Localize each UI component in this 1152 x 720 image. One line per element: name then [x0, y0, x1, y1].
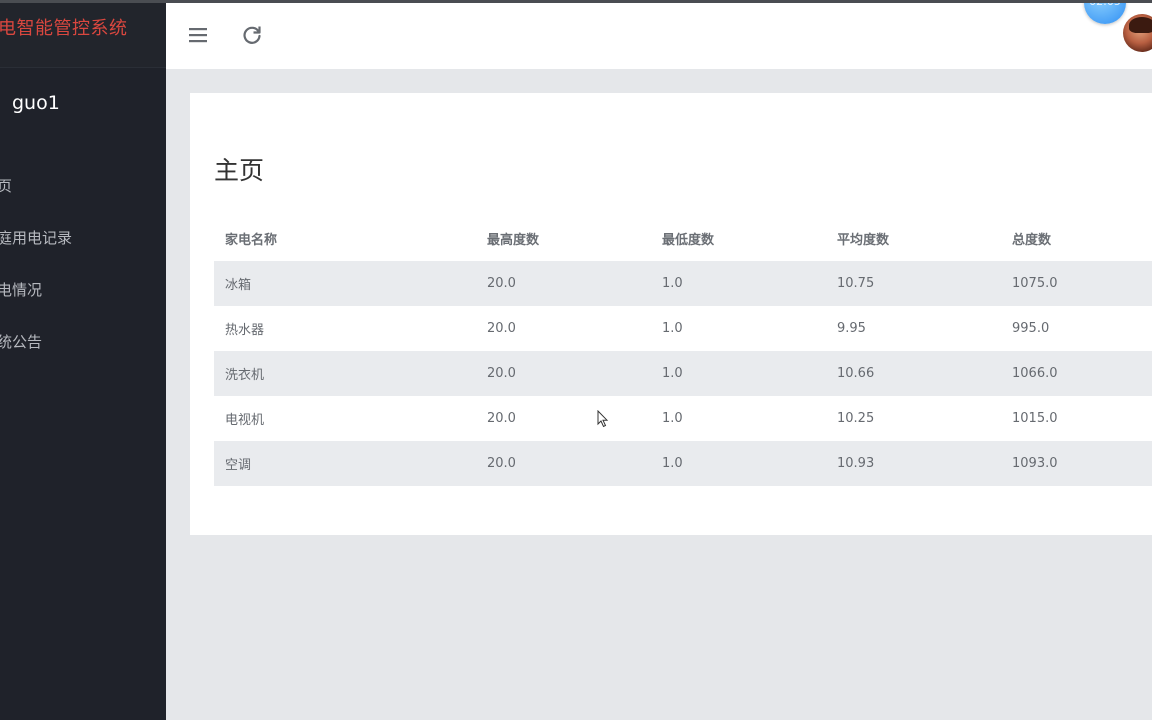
- table-header-row: 家电名称 最高度数 最低度数 平均度数 总度数: [214, 215, 1152, 261]
- table-cell: 20.0: [476, 351, 651, 396]
- sidebar-item-label: 电情况: [0, 281, 43, 299]
- refresh-icon[interactable]: [239, 22, 265, 48]
- column-header-average[interactable]: 平均度数: [826, 215, 1001, 261]
- app-title: 电智能管控系统: [0, 18, 128, 39]
- table-cell: 1.0: [651, 261, 826, 306]
- avatar[interactable]: [1123, 14, 1152, 52]
- sidebar-item-label: 庭用电记录: [0, 229, 73, 247]
- sidebar-nav: 页 庭用电记录 电情况 统公告: [0, 170, 166, 378]
- sidebar-item-label: 页: [0, 177, 13, 195]
- sidebar-item-usage-status[interactable]: 电情况: [0, 274, 166, 326]
- column-header-max[interactable]: 最高度数: [476, 215, 651, 261]
- column-header-min[interactable]: 最低度数: [651, 215, 826, 261]
- table-row[interactable]: 洗衣机 20.0 1.0 10.66 1066.0: [214, 351, 1152, 396]
- sidebar-item-label: 统公告: [0, 333, 43, 351]
- window-top-border: [0, 0, 1152, 3]
- brand-area: 电智能管控系统: [0, 0, 166, 68]
- table-cell: 10.25: [837, 411, 875, 426]
- table-cell: 1075.0: [1001, 261, 1152, 306]
- table-cell: 洗衣机: [214, 351, 476, 396]
- top-bar: 02:05: [166, 0, 1152, 69]
- table-cell: 10.75: [826, 261, 1001, 306]
- table-cell: 1.0: [662, 411, 683, 426]
- table-cell: 1.0: [651, 441, 826, 486]
- column-header-appliance[interactable]: 家电名称: [214, 215, 476, 261]
- table-cell: 1.0: [651, 351, 826, 396]
- table-cell: 9.95: [837, 321, 866, 336]
- sidebar: 电智能管控系统 guo1 页 庭用电记录 电情况 统公告: [0, 0, 166, 720]
- table-cell: 1093.0: [1001, 441, 1152, 486]
- table-row[interactable]: 冰箱 20.0 1.0 10.75 1075.0: [214, 261, 1152, 306]
- table-cell: 1066.0: [1001, 351, 1152, 396]
- table-cell: 电视机: [225, 413, 265, 428]
- table-cell: 10.93: [826, 441, 1001, 486]
- table-cell: 1015.0: [1012, 411, 1058, 426]
- mouse-cursor-icon: [597, 409, 609, 428]
- table-cell: 20.0: [487, 411, 516, 426]
- table-cell: 冰箱: [214, 261, 476, 306]
- sidebar-item-announcements[interactable]: 统公告: [0, 326, 166, 378]
- table-row[interactable]: 电视机 20.0 1.0 10.25 1015.0: [214, 396, 1152, 441]
- timer-badge[interactable]: 02:05: [1084, 0, 1126, 24]
- table-cell: 空调: [214, 441, 476, 486]
- table-row[interactable]: 热水器 20.0 1.0 9.95 995.0: [214, 306, 1152, 351]
- table-cell: 10.66: [826, 351, 1001, 396]
- user-name: guo1: [12, 92, 60, 114]
- table-cell: 20.0: [476, 261, 651, 306]
- menu-icon[interactable]: [185, 22, 211, 48]
- page-title: 主页: [214, 156, 265, 185]
- table-row[interactable]: 空调 20.0 1.0 10.93 1093.0: [214, 441, 1152, 486]
- table-cell: 20.0: [476, 441, 651, 486]
- table-cell: 热水器: [225, 323, 265, 338]
- sidebar-item-usage-records[interactable]: 庭用电记录: [0, 222, 166, 274]
- table-cell: 20.0: [487, 321, 516, 336]
- column-header-total[interactable]: 总度数: [1001, 215, 1152, 261]
- table-cell: 1.0: [662, 321, 683, 336]
- sidebar-item-home[interactable]: 页: [0, 170, 166, 222]
- appliance-usage-table: 家电名称 最高度数 最低度数 平均度数 总度数 冰箱 20.0 1.0 10.7…: [214, 215, 1152, 486]
- table-cell: 995.0: [1012, 321, 1050, 336]
